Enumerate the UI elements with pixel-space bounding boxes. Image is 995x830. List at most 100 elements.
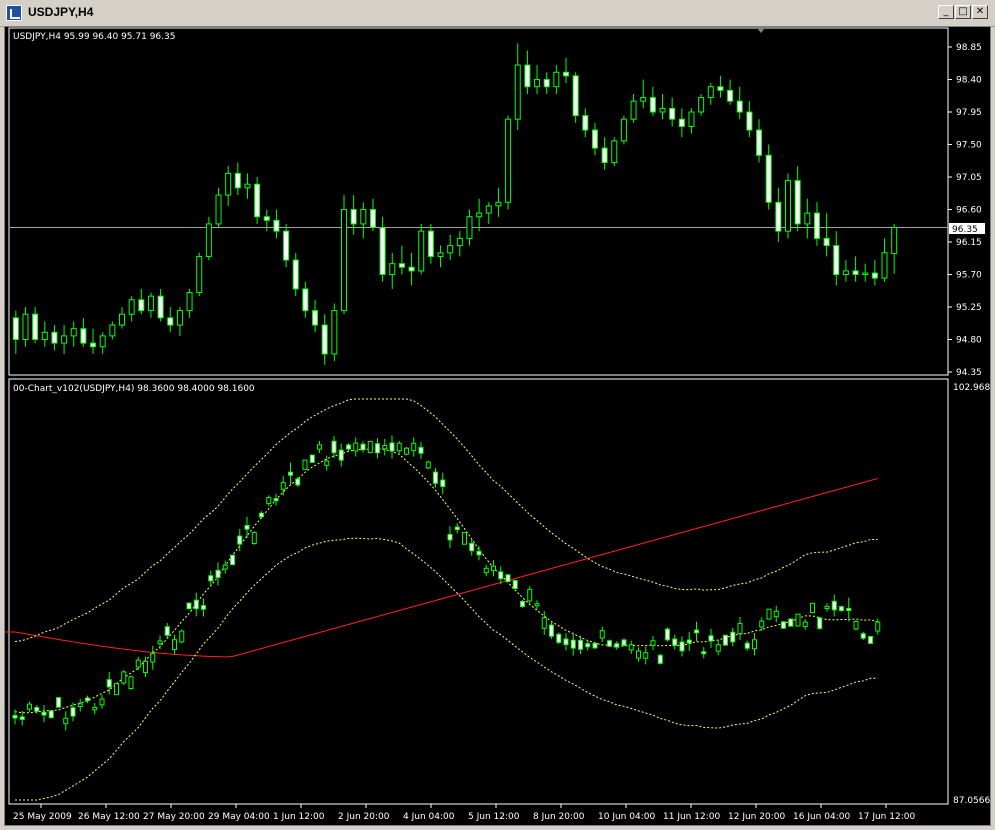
price-axis-label: 96.60 [956,206,982,216]
candle-body [466,216,473,239]
indicator-candle-body [128,676,134,689]
candle-body [842,270,849,275]
indicator-candle-body [817,617,823,629]
indicator-candle-body [614,643,620,648]
indicator-candle-body [12,715,18,719]
time-axis-label: 2 Jun 20:00 [338,812,390,822]
candle-body [871,272,878,279]
indicator-candle-body [454,526,460,531]
indicator-candle-body [628,644,634,651]
indicator-candle-body [802,621,808,628]
chart-canvas[interactable]: 98.85 98.40 97.95 97.50 97.05 96.60 96.15 95.70… [5,27,995,825]
window-title: USDJPY,H4 [28,5,94,19]
candle-body [321,324,328,355]
indicator-candle-body [302,459,308,470]
indicator-candle-body [121,671,127,684]
indicator-candle-body [694,629,699,634]
indicator-candle-body [730,631,736,643]
indicator-candle-body [527,588,533,602]
indicator-candle-body [244,524,250,530]
candle-body [852,270,859,275]
candle-body [254,183,261,218]
indicator-candle-body [759,620,765,628]
candle-body [167,317,174,326]
indicator-candle-body [839,606,844,611]
indicator-candle-body [309,454,315,463]
indicator-candle-body [106,679,112,688]
indicator-candle-body [425,461,431,469]
upper-band-line [14,398,878,643]
indicator-candle-body [795,613,801,627]
chart-shift-marker-icon[interactable] [757,28,765,33]
indicator-candle-body [723,634,728,646]
chart-window[interactable]: 98.85 98.40 97.95 97.50 97.05 96.60 96.15 95.70… [4,26,995,826]
indicator-candle-body [737,623,743,635]
candle-body [12,317,19,341]
time-axis-label: 1 Jun 12:00 [273,812,325,822]
candle-body [659,107,666,113]
candle-body [244,183,251,189]
price-axis-label: 94.80 [956,336,982,346]
candle-body [881,252,888,279]
candle-body [727,89,734,102]
minimize-button[interactable]: _ [938,5,954,19]
indicator-candle-body [534,603,540,607]
maximize-button[interactable]: □ [955,5,971,19]
time-axis-label: 4 Jun 04:00 [403,812,455,822]
indicator-candle-body [505,574,511,583]
title-bar: USDJPY,H4 _ □ ✕ [0,0,995,27]
indicator-candle-body [237,535,243,545]
indicator-candle-body [164,626,170,636]
candle-body [99,335,106,348]
indicator-candle-body [875,621,881,632]
candle-body [427,230,434,257]
candle-body [109,324,116,337]
indicator-candle-body [679,641,685,652]
indicator-candle-body [520,600,525,607]
candle-body [398,263,405,268]
candle-body [765,154,772,203]
indicator-candle-body [222,564,228,570]
time-axis-label: 25 May 2009 [13,812,72,822]
candle-body [485,205,492,214]
indicator-candle-body [491,565,496,571]
indicator-candle-body [324,460,330,466]
indicator-candle-body [570,639,576,649]
indicator-candle-body [346,444,351,450]
indicator-candle-body [280,482,286,490]
indicator-candle-body [411,442,417,452]
indicator-candle-body [193,599,199,610]
indicator-candle-body [715,644,721,652]
candle-body [302,288,309,312]
candle-body [514,64,521,120]
indicator-candle-body [563,638,569,646]
indicator-candle-body [752,639,757,650]
price-axis-label: 97.50 [956,141,982,151]
indicator-candle-body [853,620,859,630]
candle-body [785,180,791,232]
candle-body [669,107,676,120]
indicator-candle-body [215,569,221,579]
indicator-candle-body [48,710,54,719]
indicator-candle-body [41,711,47,716]
candle-body [524,64,531,88]
price-axis-label: 96.15 [956,238,982,248]
candle-body [205,223,212,257]
candle-body [495,201,502,207]
close-button[interactable]: ✕ [972,5,988,19]
indicator-panel-header: 00-Chart_v102(USDJPY,H4) 98.3600 98.4000… [13,384,255,394]
indicator-candle-body [85,697,90,702]
indicator-candle-body [295,478,301,486]
indicator-candle-body [686,639,692,644]
candle-body [215,194,222,225]
candle-body [553,71,560,88]
candle-body [273,219,280,232]
candle-body [611,140,618,164]
candle-body [649,97,656,113]
candle-body [630,100,637,120]
candle-body [196,255,203,294]
indicator-candle-body [27,703,32,710]
candle-body [505,118,512,203]
candle-body [360,209,367,225]
candle-body [456,237,463,247]
